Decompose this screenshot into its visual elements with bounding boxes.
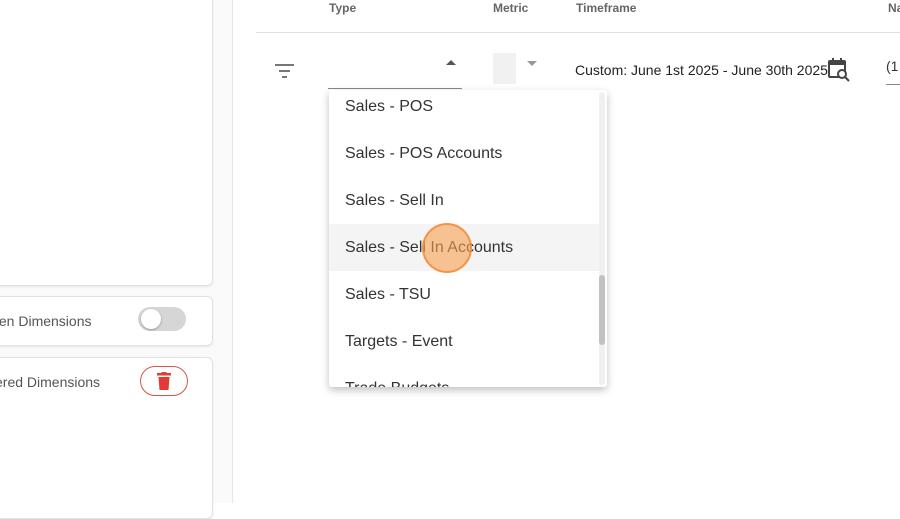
hidden-dimensions-label: ten Dimensions	[0, 313, 92, 329]
option-targets-event[interactable]: Targets - Event	[329, 318, 599, 365]
left-panel: ten Dimensions ered Dimensions	[0, 0, 233, 519]
header-type: Type	[329, 1, 357, 15]
option-sales-sell-in[interactable]: Sales - Sell In	[329, 177, 599, 224]
header-timeframe: Timeframe	[576, 1, 637, 15]
header-metric: Metric	[493, 1, 529, 15]
caret-up-icon	[446, 60, 456, 65]
filter-icon[interactable]	[275, 64, 294, 78]
option-sales-sell-in-accounts[interactable]: Sales - Sell In Accounts	[329, 224, 599, 271]
dropdown-scrollbar[interactable]	[599, 92, 605, 385]
chevron-down-icon[interactable]	[527, 61, 537, 66]
delete-button[interactable]	[140, 366, 188, 396]
option-sales-pos-accounts[interactable]: Sales - POS Accounts	[329, 130, 599, 177]
option-sales-tsu[interactable]: Sales - TSU	[329, 271, 599, 318]
filtered-dimensions-row: ered Dimensions	[0, 357, 213, 519]
metric-select[interactable]	[493, 53, 516, 84]
timeframe-value[interactable]: Custom: June 1st 2025 - June 30th 2025	[575, 62, 828, 78]
settings-card	[0, 0, 213, 286]
option-sales-pos[interactable]: Sales - POS	[329, 90, 599, 130]
trash-icon	[157, 372, 171, 390]
filtered-dimensions-label: ered Dimensions	[0, 374, 101, 390]
type-select[interactable]	[328, 50, 462, 89]
option-trade-budgets[interactable]: Trade Budgets	[329, 365, 599, 387]
name-field[interactable]: (1	[886, 58, 900, 85]
scrollbar-thumb[interactable]	[599, 275, 605, 345]
toggle-knob	[141, 309, 161, 329]
column-header-row: Type Metric Timeframe Na	[256, 0, 900, 33]
hidden-dimensions-row: ten Dimensions	[0, 296, 213, 346]
header-name: Na	[888, 1, 900, 15]
type-dropdown-menu: Sales - POS Sales - POS Accounts Sales -…	[329, 90, 607, 387]
hidden-dimensions-toggle[interactable]	[138, 307, 186, 331]
calendar-search-icon[interactable]	[828, 58, 850, 82]
